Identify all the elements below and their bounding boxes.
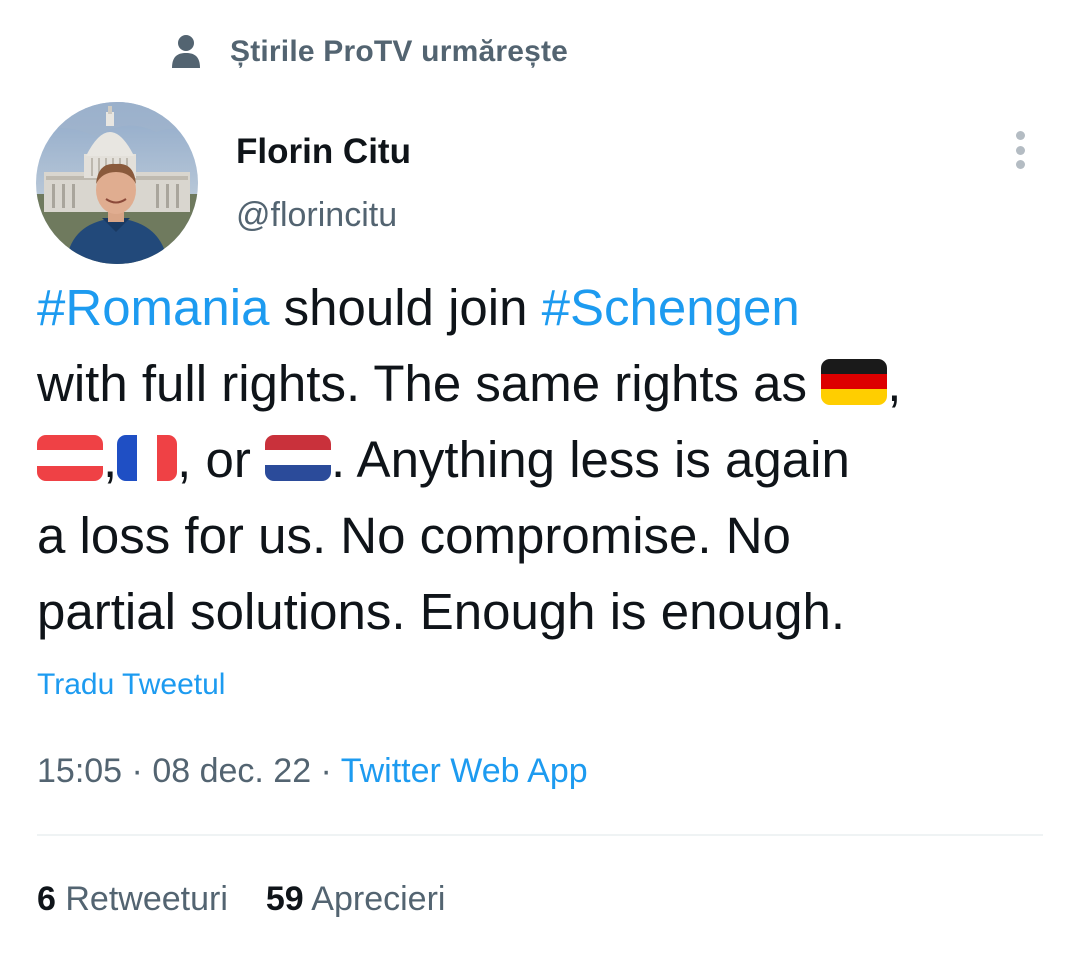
likes-stat[interactable]: 59 Aprecieri [266,880,446,919]
tweet-metadata: 15:05 · 08 dec. 22 · Twitter Web App [37,752,588,790]
social-context-text: Știrile ProTV urmărește [230,35,569,68]
tweet-card: Știrile ProTV urmărește Florin Citu @flo… [0,0,1080,960]
divider [37,834,1043,836]
translate-tweet-link[interactable]: Tradu Tweetul [37,668,225,702]
germany-flag-icon [821,359,888,405]
author-handle[interactable]: @florincitu [236,196,397,235]
retweets-stat[interactable]: 6 Retweeturi [37,880,228,919]
likes-label: Aprecieri [303,880,446,918]
person-icon [172,35,200,68]
france-flag-icon [117,435,178,481]
tweet-date[interactable]: 08 dec. 22 [152,752,311,790]
author-display-name[interactable]: Florin Citu [236,132,411,172]
austria-flag-icon [37,435,103,481]
likes-count: 59 [265,880,304,918]
retweets-count: 6 [37,880,56,918]
avatar[interactable] [36,102,198,264]
more-options-button[interactable] [1002,128,1038,172]
tweet-stats: 6 Retweeturi 59 Aprecieri [37,880,483,919]
hashtag-schengen[interactable]: #Schengen [542,279,800,336]
retweets-label: Retweeturi [55,880,228,918]
avatar-photo [36,102,198,264]
tweet-time[interactable]: 15:05 [37,752,122,790]
hashtag-romania[interactable]: #Romania [37,279,269,336]
social-context[interactable]: Știrile ProTV urmărește [172,34,568,70]
tweet-text: #Romania should join #Schengen with full… [37,279,902,640]
more-vertical-icon [1015,131,1025,140]
netherlands-flag-icon [265,435,332,481]
tweet-source-link[interactable]: Twitter Web App [341,752,588,790]
